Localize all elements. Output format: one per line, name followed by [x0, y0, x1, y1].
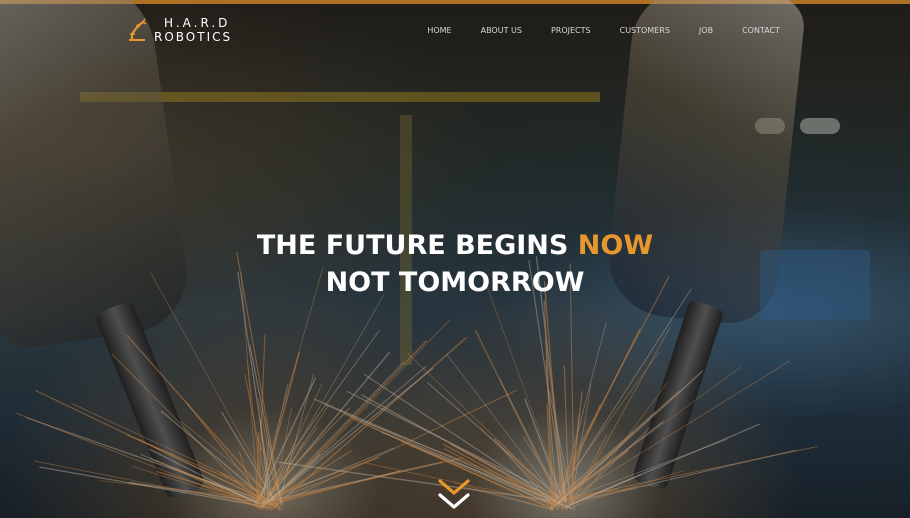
- headline-text: THE FUTURE BEGINS: [256, 230, 578, 261]
- hero-section: H.A.R.D ROBOTICS HOME ABOUT US PROJECTS …: [0, 0, 910, 518]
- nav-home[interactable]: HOME: [427, 26, 451, 35]
- nav-customers[interactable]: CUSTOMERS: [620, 26, 670, 35]
- brand-name-line1: H.A.R.D: [164, 16, 231, 30]
- main-nav: HOME ABOUT US PROJECTS CUSTOMERS JOB CON…: [427, 26, 780, 35]
- nav-contact[interactable]: CONTACT: [742, 26, 780, 35]
- headline-line2: NOT TOMORROW: [325, 267, 585, 298]
- headline-accent: NOW: [577, 230, 654, 261]
- robot-arm-icon: [129, 18, 147, 41]
- hero-headline: THE FUTURE BEGINS NOW NOT TOMORROW: [0, 227, 910, 301]
- nav-projects[interactable]: PROJECTS: [551, 26, 591, 35]
- brand-name-line2: ROBOTICS: [154, 30, 233, 44]
- brand-logo[interactable]: H.A.R.D ROBOTICS: [126, 16, 232, 44]
- nav-about-us[interactable]: ABOUT US: [481, 26, 522, 35]
- nav-job[interactable]: JOB: [699, 26, 713, 35]
- double-chevron-down-icon[interactable]: [437, 478, 471, 512]
